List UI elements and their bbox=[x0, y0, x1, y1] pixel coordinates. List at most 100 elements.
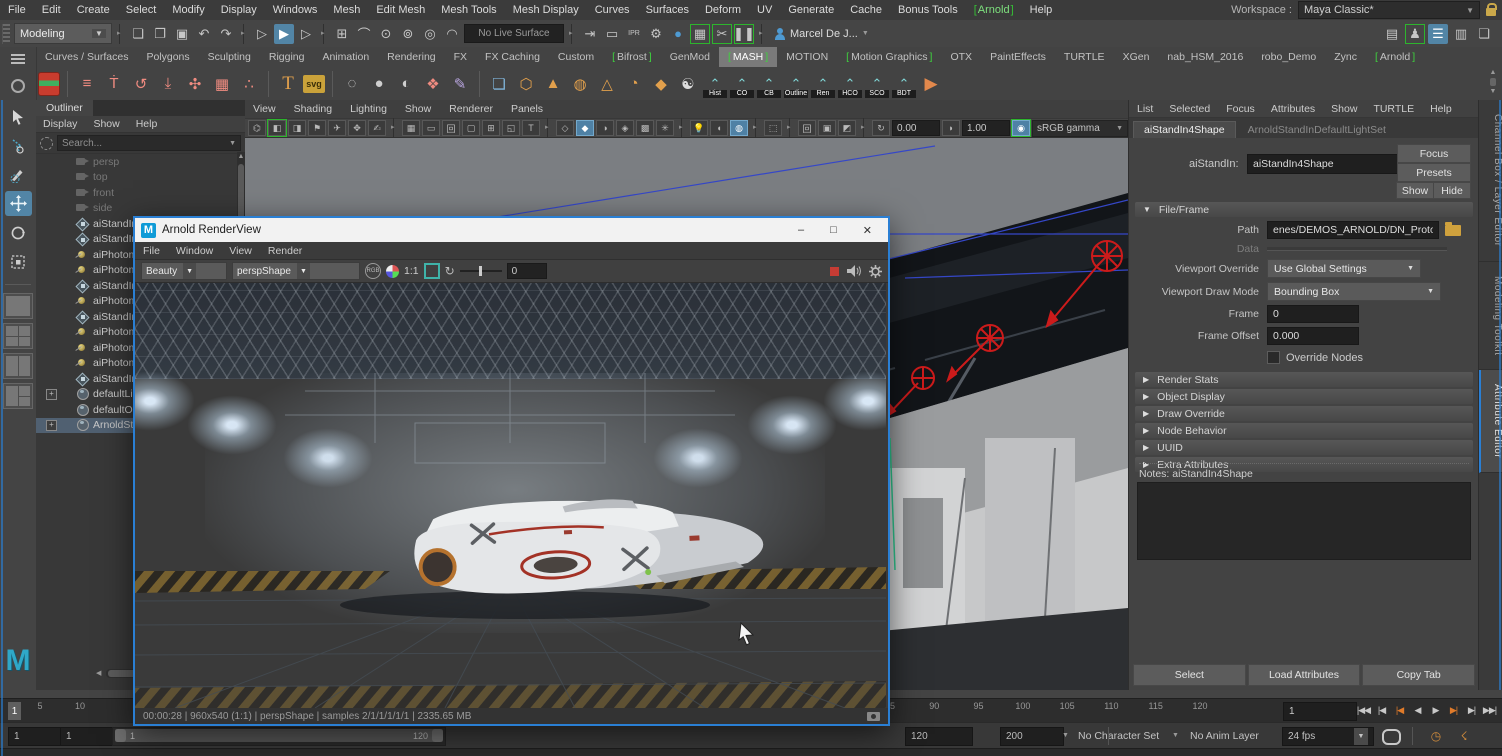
shelf-badge-icon[interactable]: ⌃HCO bbox=[838, 71, 862, 97]
outliner-search-input[interactable]: Search... ▼ bbox=[57, 135, 241, 151]
expand-icon[interactable] bbox=[46, 343, 55, 352]
viewport-menu-item[interactable]: View bbox=[245, 103, 284, 115]
renderview-titlebar[interactable]: M Arnold RenderView – □ ✕ bbox=[135, 218, 888, 242]
shelf-tab[interactable]: Custom bbox=[549, 47, 603, 67]
shelf-tab[interactable]: PaintEffects bbox=[981, 47, 1055, 67]
yinyang-icon[interactable]: ☯ bbox=[676, 72, 700, 96]
viewport-menu-item[interactable]: Panels bbox=[503, 103, 551, 115]
pyramid-node-icon[interactable]: △ bbox=[595, 72, 619, 96]
open-scene-icon[interactable]: ❐ bbox=[150, 24, 170, 44]
abort-render-icon[interactable] bbox=[830, 267, 839, 276]
settings-gear-icon[interactable] bbox=[869, 265, 882, 278]
playback-start-field[interactable]: 1 bbox=[60, 727, 118, 746]
attribute-editor-menu-item[interactable]: TURTLE bbox=[1365, 103, 1422, 115]
animation-end-field[interactable]: 200 bbox=[1000, 727, 1064, 746]
scale-tool[interactable] bbox=[5, 249, 32, 274]
view-transform-dropdown[interactable]: sRGB gamma▼ bbox=[1032, 120, 1128, 137]
mash-dynamics-icon[interactable]: ❖ bbox=[421, 72, 445, 96]
frame-field[interactable]: 0 bbox=[1267, 305, 1359, 323]
shelf-menu-icon[interactable] bbox=[11, 54, 25, 64]
menu-item[interactable]: Display bbox=[213, 0, 265, 20]
collapsed-section-header[interactable]: ▶ Object Display bbox=[1135, 389, 1473, 404]
expand-icon[interactable]: + bbox=[46, 420, 57, 431]
focus-button[interactable]: Focus bbox=[1397, 144, 1471, 163]
viewport-menu-item[interactable]: Lighting bbox=[342, 103, 395, 115]
sphere-node-icon[interactable]: ⬡ bbox=[514, 72, 538, 96]
shelf-tab[interactable]: Curves / Surfaces bbox=[36, 47, 137, 67]
shelf-tab[interactable]: nab_HSM_2016 bbox=[1158, 47, 1252, 67]
undo-icon[interactable]: ↶ bbox=[194, 24, 214, 44]
override-nodes-checkbox[interactable] bbox=[1267, 351, 1280, 364]
viewport-draw-mode-dropdown[interactable]: Bounding Box▼ bbox=[1267, 282, 1441, 301]
character-set-label[interactable]: No Character Set bbox=[1078, 730, 1159, 742]
viewport-override-dropdown[interactable]: Use Global Settings▼ bbox=[1267, 259, 1421, 278]
outliner-menu-item[interactable]: Help bbox=[129, 116, 165, 132]
diamond-node-icon[interactable]: ◆ bbox=[649, 72, 673, 96]
standin-import-icon[interactable]: ❏ bbox=[487, 72, 511, 96]
shelf-tab[interactable]: Polygons bbox=[137, 47, 198, 67]
redo-icon[interactable]: ↷ bbox=[216, 24, 236, 44]
camera-lock-icon[interactable]: ◧ bbox=[268, 120, 286, 136]
collapsed-section-header[interactable]: ▶ Node Behavior bbox=[1135, 423, 1473, 438]
bookmark-icon[interactable]: ⚑ bbox=[308, 120, 326, 136]
playback-speed-icon[interactable]: ◷ bbox=[1428, 728, 1444, 743]
statusline-separator[interactable] bbox=[240, 24, 248, 44]
expand-icon[interactable] bbox=[46, 173, 55, 182]
shelf-color-set-icon[interactable] bbox=[38, 72, 60, 96]
attribute-editor-menu-item[interactable]: Show bbox=[1323, 103, 1365, 115]
layout-two-pane-button[interactable] bbox=[3, 353, 33, 379]
statusline-separator[interactable] bbox=[116, 24, 124, 44]
cone-node-icon[interactable]: ▲ bbox=[541, 72, 565, 96]
quad-patch-icon[interactable]: ▦ bbox=[210, 72, 234, 96]
drop-tool-icon[interactable]: ⤓ bbox=[156, 72, 180, 96]
select-object-mode-icon[interactable]: ▶ bbox=[274, 24, 294, 44]
outliner-item[interactable]: top bbox=[36, 170, 245, 186]
shelf-tab[interactable]: Rendering bbox=[378, 47, 444, 67]
expand-icon[interactable] bbox=[46, 281, 55, 290]
attribute-editor-menu-item[interactable]: Attributes bbox=[1263, 103, 1323, 115]
range-start-handle[interactable] bbox=[115, 729, 126, 742]
render-settings-icon[interactable]: ⚙ bbox=[646, 24, 666, 44]
toggle-editor-icon[interactable]: ▥ bbox=[1451, 24, 1471, 44]
expand-icon[interactable] bbox=[46, 188, 55, 197]
contrast-icon[interactable]: ◗ bbox=[942, 120, 960, 136]
select-tool[interactable] bbox=[5, 104, 32, 129]
shelf-tab[interactable]: robo_Demo bbox=[1252, 47, 1325, 67]
safe-title-icon[interactable]: T bbox=[522, 120, 540, 136]
shelf-badge-icon[interactable]: ⌃Hist bbox=[703, 71, 727, 97]
toggle-channel-box-icon[interactable]: ▤ bbox=[1382, 24, 1402, 44]
expand-icon[interactable]: + bbox=[46, 389, 57, 400]
shelf-badge-icon[interactable]: ⌃Outline bbox=[784, 71, 808, 97]
shelf-tab[interactable]: Sculpting bbox=[199, 47, 260, 67]
field-chart-icon[interactable]: ⊞ bbox=[482, 120, 500, 136]
gate-mask-icon[interactable]: ▢ bbox=[462, 120, 480, 136]
rotate-deformer-icon[interactable]: ↺ bbox=[129, 72, 153, 96]
expand-icon[interactable] bbox=[46, 266, 55, 275]
select-hierarchy-icon[interactable]: ▷ bbox=[252, 24, 272, 44]
shelf-tab[interactable]: XGen bbox=[1114, 47, 1159, 67]
expand-icon[interactable] bbox=[46, 405, 55, 414]
camera-dropdown[interactable]: perspShape▼ bbox=[232, 262, 360, 280]
all-lights-icon[interactable]: 💡 bbox=[690, 120, 708, 136]
svg-tool-icon[interactable]: svg bbox=[303, 75, 325, 93]
expand-icon[interactable] bbox=[46, 359, 55, 368]
expand-icon[interactable] bbox=[46, 219, 55, 228]
select-component-mode-icon[interactable]: ▷ bbox=[296, 24, 316, 44]
shelf-tab[interactable]: Zync bbox=[1325, 47, 1366, 67]
safe-action-icon[interactable]: ◱ bbox=[502, 120, 520, 136]
show-button[interactable]: Show bbox=[1396, 182, 1434, 199]
playback-end-field[interactable]: 120 bbox=[905, 727, 973, 746]
path-field[interactable]: enes/DEMOS_ARNOLD/DN_Prototype.ass bbox=[1267, 221, 1439, 239]
wireframe-icon[interactable]: ◇ bbox=[556, 120, 574, 136]
outliner-item[interactable]: front bbox=[36, 185, 245, 201]
scatter-dots-icon[interactable]: ∴ bbox=[237, 72, 261, 96]
rotate-tool[interactable] bbox=[5, 220, 32, 245]
ipr-render-icon[interactable]: IPR bbox=[624, 24, 644, 44]
menu-item[interactable]: Select bbox=[118, 0, 165, 20]
shelf-badge-icon[interactable]: ⌃SCO bbox=[865, 71, 889, 97]
menu-item[interactable]: Help bbox=[1022, 0, 1061, 20]
grid-toggle-icon[interactable]: ▦ bbox=[402, 120, 420, 136]
playback-button[interactable]: ▶ bbox=[1427, 701, 1444, 719]
shadows-icon[interactable]: ◖ bbox=[710, 120, 728, 136]
renderview-menu-item[interactable]: View bbox=[221, 245, 260, 257]
